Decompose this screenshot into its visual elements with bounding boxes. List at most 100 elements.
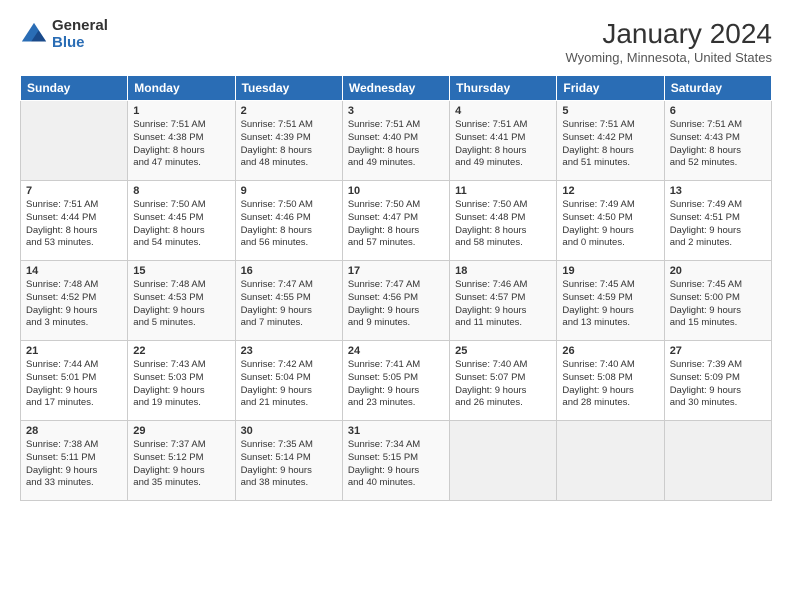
day-number: 25 — [455, 345, 551, 357]
day-info: Sunrise: 7:37 AM Sunset: 5:12 PM Dayligh… — [133, 439, 229, 490]
day-info: Sunrise: 7:48 AM Sunset: 4:53 PM Dayligh… — [133, 279, 229, 330]
day-number: 20 — [670, 265, 766, 277]
day-info: Sunrise: 7:40 AM Sunset: 5:07 PM Dayligh… — [455, 359, 551, 410]
day-cell: 23 Sunrise: 7:42 AM Sunset: 5:04 PM Dayli… — [235, 341, 342, 421]
day-number: 19 — [562, 265, 658, 277]
header: General Blue January 2024 Wyoming, Minne… — [20, 18, 772, 65]
day-cell: 3Sunrise: 7:51 AM Sunset: 4:40 PM Daylig… — [342, 101, 449, 181]
day-cell — [450, 421, 557, 501]
day-info: Sunrise: 7:34 AM Sunset: 5:15 PM Dayligh… — [348, 439, 444, 490]
day-cell: 30 Sunrise: 7:35 AM Sunset: 5:14 PM Dayli… — [235, 421, 342, 501]
day-info: Sunrise: 7:51 AM Sunset: 4:39 PM Dayligh… — [241, 119, 337, 170]
day-cell — [664, 421, 771, 501]
location-title: Wyoming, Minnesota, United States — [565, 50, 772, 65]
day-number: 10 — [348, 185, 444, 197]
day-cell: 27 Sunrise: 7:39 AM Sunset: 5:09 PM Dayli… — [664, 341, 771, 421]
day-info: Sunrise: 7:51 AM Sunset: 4:41 PM Dayligh… — [455, 119, 551, 170]
week-row-0: 1Sunrise: 7:51 AM Sunset: 4:38 PM Daylig… — [21, 101, 772, 181]
day-number: 16 — [241, 265, 337, 277]
day-number: 15 — [133, 265, 229, 277]
page: General Blue January 2024 Wyoming, Minne… — [0, 0, 792, 612]
calendar-header: SundayMondayTuesdayWednesdayThursdayFrid… — [21, 76, 772, 101]
day-info: Sunrise: 7:43 AM Sunset: 5:03 PM Dayligh… — [133, 359, 229, 410]
day-info: Sunrise: 7:44 AM Sunset: 5:01 PM Dayligh… — [26, 359, 122, 410]
day-number: 12 — [562, 185, 658, 197]
day-cell: 22Sunrise: 7:43 AM Sunset: 5:03 PM Dayli… — [128, 341, 235, 421]
day-cell: 17Sunrise: 7:47 AM Sunset: 4:56 PM Dayli… — [342, 261, 449, 341]
day-number: 28 — [26, 425, 122, 437]
day-cell: 4 Sunrise: 7:51 AM Sunset: 4:41 PM Daylig… — [450, 101, 557, 181]
day-number: 21 — [26, 345, 122, 357]
day-info: Sunrise: 7:41 AM Sunset: 5:05 PM Dayligh… — [348, 359, 444, 410]
day-number: 24 — [348, 345, 444, 357]
day-cell: 1Sunrise: 7:51 AM Sunset: 4:38 PM Daylig… — [128, 101, 235, 181]
day-number: 27 — [670, 345, 766, 357]
day-cell: 21 Sunrise: 7:44 AM Sunset: 5:01 PM Dayli… — [21, 341, 128, 421]
day-cell: 11Sunrise: 7:50 AM Sunset: 4:48 PM Dayli… — [450, 181, 557, 261]
day-cell — [21, 101, 128, 181]
calendar-body: 1Sunrise: 7:51 AM Sunset: 4:38 PM Daylig… — [21, 101, 772, 501]
day-cell: 26 Sunrise: 7:40 AM Sunset: 5:08 PM Dayli… — [557, 341, 664, 421]
header-cell-thursday: Thursday — [450, 76, 557, 101]
day-info: Sunrise: 7:40 AM Sunset: 5:08 PM Dayligh… — [562, 359, 658, 410]
day-info: Sunrise: 7:35 AM Sunset: 5:14 PM Dayligh… — [241, 439, 337, 490]
day-info: Sunrise: 7:38 AM Sunset: 5:11 PM Dayligh… — [26, 439, 122, 490]
day-info: Sunrise: 7:48 AM Sunset: 4:52 PM Dayligh… — [26, 279, 122, 330]
week-row-1: 7Sunrise: 7:51 AM Sunset: 4:44 PM Daylig… — [21, 181, 772, 261]
logo-icon — [20, 21, 48, 49]
title-block: January 2024 Wyoming, Minnesota, United … — [565, 18, 772, 65]
day-number: 30 — [241, 425, 337, 437]
day-cell: 13 Sunrise: 7:49 AM Sunset: 4:51 PM Dayli… — [664, 181, 771, 261]
day-info: Sunrise: 7:51 AM Sunset: 4:40 PM Dayligh… — [348, 119, 444, 170]
day-info: Sunrise: 7:45 AM Sunset: 4:59 PM Dayligh… — [562, 279, 658, 330]
day-cell: 18Sunrise: 7:46 AM Sunset: 4:57 PM Dayli… — [450, 261, 557, 341]
day-info: Sunrise: 7:50 AM Sunset: 4:48 PM Dayligh… — [455, 199, 551, 250]
header-cell-saturday: Saturday — [664, 76, 771, 101]
header-row: SundayMondayTuesdayWednesdayThursdayFrid… — [21, 76, 772, 101]
day-info: Sunrise: 7:51 AM Sunset: 4:44 PM Dayligh… — [26, 199, 122, 250]
week-row-4: 28 Sunrise: 7:38 AM Sunset: 5:11 PM Dayli… — [21, 421, 772, 501]
day-number: 4 — [455, 105, 551, 117]
day-number: 26 — [562, 345, 658, 357]
day-info: Sunrise: 7:49 AM Sunset: 4:51 PM Dayligh… — [670, 199, 766, 250]
day-cell: 15 Sunrise: 7:48 AM Sunset: 4:53 PM Dayli… — [128, 261, 235, 341]
day-cell: 7Sunrise: 7:51 AM Sunset: 4:44 PM Daylig… — [21, 181, 128, 261]
day-cell: 5Sunrise: 7:51 AM Sunset: 4:42 PM Daylig… — [557, 101, 664, 181]
day-cell: 24 Sunrise: 7:41 AM Sunset: 5:05 PM Dayli… — [342, 341, 449, 421]
day-cell: 2 Sunrise: 7:51 AM Sunset: 4:39 PM Daylig… — [235, 101, 342, 181]
day-number: 29 — [133, 425, 229, 437]
month-title: January 2024 — [565, 18, 772, 50]
day-number: 6 — [670, 105, 766, 117]
day-info: Sunrise: 7:42 AM Sunset: 5:04 PM Dayligh… — [241, 359, 337, 410]
day-info: Sunrise: 7:50 AM Sunset: 4:45 PM Dayligh… — [133, 199, 229, 250]
day-info: Sunrise: 7:47 AM Sunset: 4:55 PM Dayligh… — [241, 279, 337, 330]
logo-text: General Blue — [52, 18, 108, 51]
header-cell-sunday: Sunday — [21, 76, 128, 101]
day-cell: 25 Sunrise: 7:40 AM Sunset: 5:07 PM Dayli… — [450, 341, 557, 421]
day-cell: 14 Sunrise: 7:48 AM Sunset: 4:52 PM Dayli… — [21, 261, 128, 341]
header-cell-monday: Monday — [128, 76, 235, 101]
day-number: 23 — [241, 345, 337, 357]
day-info: Sunrise: 7:50 AM Sunset: 4:46 PM Dayligh… — [241, 199, 337, 250]
header-cell-wednesday: Wednesday — [342, 76, 449, 101]
logo-blue-text: Blue — [52, 35, 108, 52]
day-number: 17 — [348, 265, 444, 277]
day-cell: 10Sunrise: 7:50 AM Sunset: 4:47 PM Dayli… — [342, 181, 449, 261]
day-cell: 19 Sunrise: 7:45 AM Sunset: 4:59 PM Dayli… — [557, 261, 664, 341]
day-number: 2 — [241, 105, 337, 117]
day-info: Sunrise: 7:39 AM Sunset: 5:09 PM Dayligh… — [670, 359, 766, 410]
day-number: 14 — [26, 265, 122, 277]
day-cell: 6Sunrise: 7:51 AM Sunset: 4:43 PM Daylig… — [664, 101, 771, 181]
week-row-2: 14 Sunrise: 7:48 AM Sunset: 4:52 PM Dayli… — [21, 261, 772, 341]
day-number: 13 — [670, 185, 766, 197]
day-cell: 28 Sunrise: 7:38 AM Sunset: 5:11 PM Dayli… — [21, 421, 128, 501]
day-info: Sunrise: 7:46 AM Sunset: 4:57 PM Dayligh… — [455, 279, 551, 330]
day-info: Sunrise: 7:45 AM Sunset: 5:00 PM Dayligh… — [670, 279, 766, 330]
day-info: Sunrise: 7:49 AM Sunset: 4:50 PM Dayligh… — [562, 199, 658, 250]
header-cell-tuesday: Tuesday — [235, 76, 342, 101]
logo: General Blue — [20, 18, 108, 51]
day-number: 1 — [133, 105, 229, 117]
day-cell: 20 Sunrise: 7:45 AM Sunset: 5:00 PM Dayli… — [664, 261, 771, 341]
day-cell: 29 Sunrise: 7:37 AM Sunset: 5:12 PM Dayli… — [128, 421, 235, 501]
day-number: 8 — [133, 185, 229, 197]
